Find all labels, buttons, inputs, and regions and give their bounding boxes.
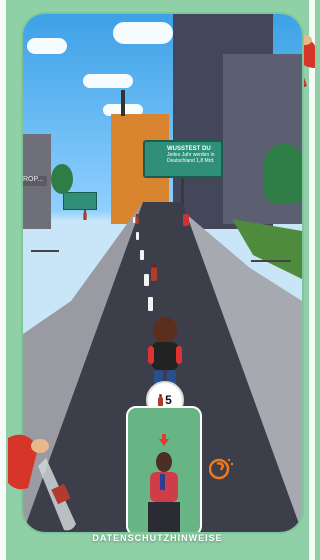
down-arrow-icon: [159, 434, 169, 446]
lane-dash: [148, 297, 153, 311]
lane-dash: [140, 250, 144, 260]
lane-dash: [144, 274, 149, 286]
swipe-gesture-icon[interactable]: [209, 454, 235, 480]
lane-dash: [136, 232, 139, 240]
bottle-counter-value: 5: [165, 393, 172, 407]
camera-person: [148, 452, 180, 532]
railing: [31, 250, 59, 252]
tree: [263, 144, 302, 204]
building-left-sign: ROP...: [23, 176, 47, 186]
cloud: [27, 38, 67, 54]
cloud: [83, 74, 133, 88]
side-sign-text: ROP...: [23, 176, 44, 183]
billboard: WUSSTEST DU Jedes Jahr werden in Deutsch…: [143, 140, 223, 178]
bottle-pickup: [135, 214, 139, 224]
bottle-pickup: [151, 263, 157, 281]
camera-preview[interactable]: [126, 406, 202, 532]
cloud: [113, 22, 173, 44]
hand-holding-bottle-icon: [8, 434, 76, 531]
fire-hydrant: [183, 214, 189, 226]
small-billboard: [63, 192, 97, 210]
building-orange-roof: [121, 90, 125, 116]
bottle-pickup: [83, 210, 87, 220]
tree: [51, 164, 73, 194]
railing: [251, 260, 291, 262]
billboard-line-2: Deutschland 1,8 Mrd.: [167, 158, 215, 164]
privacy-link[interactable]: DATENSCHUTZHINWEISE: [0, 533, 315, 543]
bottle-icon: [158, 393, 164, 407]
